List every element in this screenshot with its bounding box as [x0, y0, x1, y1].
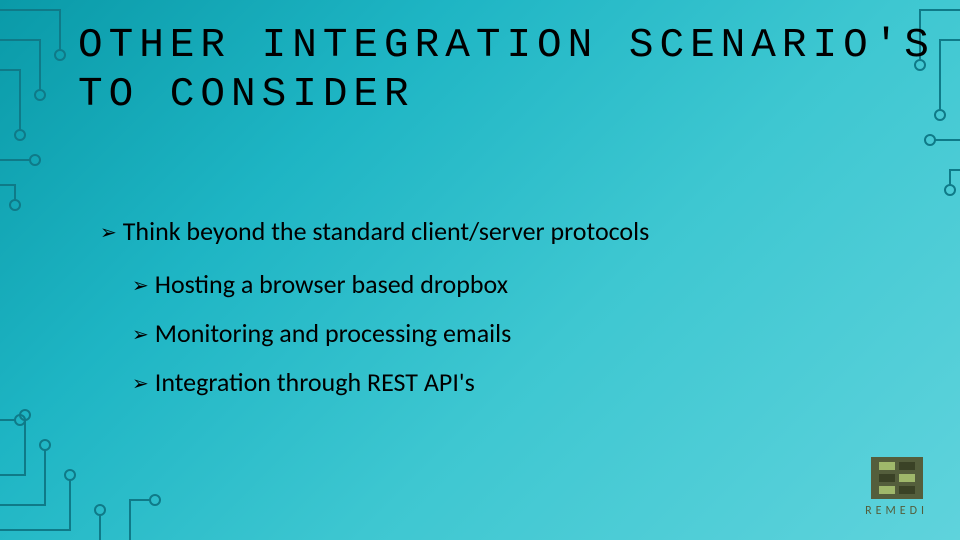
slide-title: OTHER INTEGRATION SCENARIO'S TO CONSIDER — [78, 22, 960, 120]
bullet-text: Monitoring and processing emails — [155, 316, 511, 351]
logo-mark-icon — [871, 457, 923, 499]
bullet-list: ➢ Think beyond the standard client/serve… — [100, 214, 649, 414]
bullet-sub: ➢ Monitoring and processing emails — [132, 316, 649, 351]
bullet-text: Think beyond the standard client/server … — [123, 214, 650, 249]
bullet-main: ➢ Think beyond the standard client/serve… — [100, 214, 649, 249]
bullet-arrow-icon: ➢ — [132, 322, 149, 349]
bullet-text: Hosting a browser based dropbox — [155, 267, 508, 302]
bullet-arrow-icon: ➢ — [132, 371, 149, 398]
bullet-sub: ➢ Integration through REST API's — [132, 365, 649, 400]
bullet-arrow-icon: ➢ — [100, 220, 117, 247]
logo-text: REMEDI — [865, 504, 928, 518]
bullet-text: Integration through REST API's — [155, 365, 475, 400]
bullet-sub: ➢ Hosting a browser based dropbox — [132, 267, 649, 302]
brand-logo: REMEDI — [865, 457, 928, 518]
bullet-arrow-icon: ➢ — [132, 273, 149, 300]
